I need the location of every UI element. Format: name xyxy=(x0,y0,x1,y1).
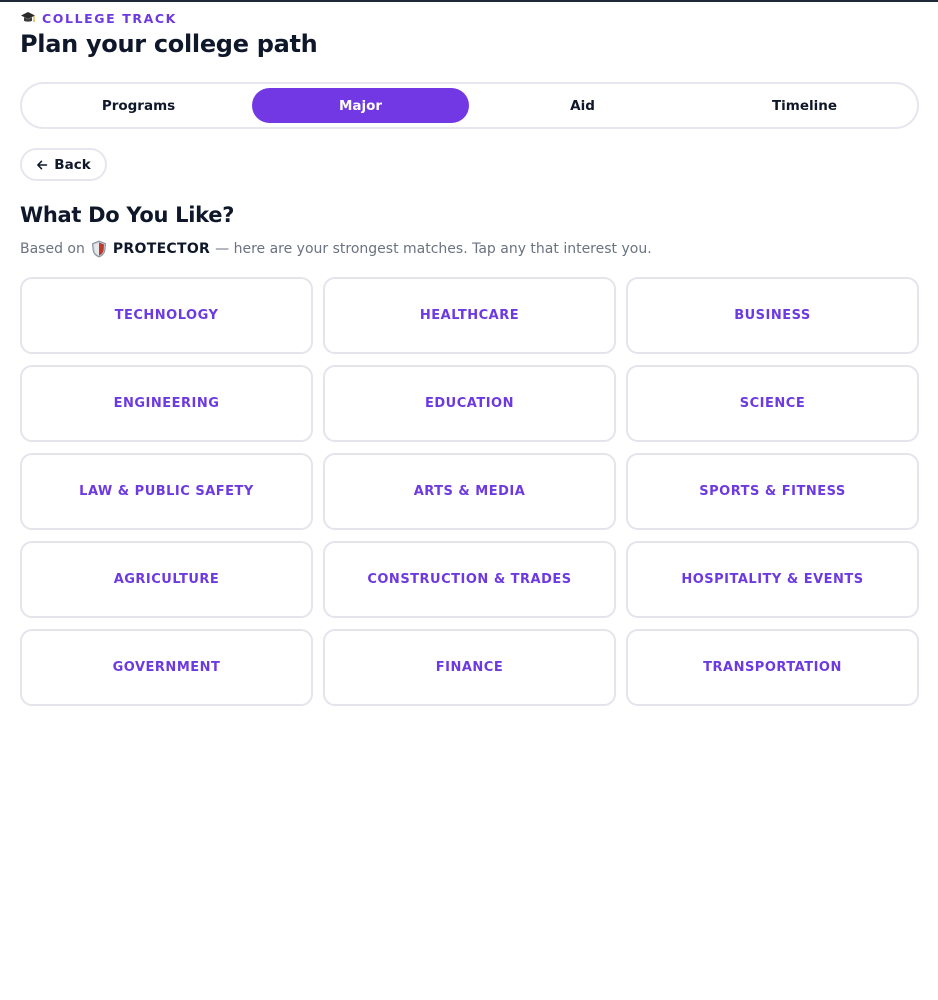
tab-programs[interactable]: Programs xyxy=(30,88,247,123)
top-border xyxy=(0,0,938,2)
interest-card-hospitality-events[interactable]: HOSPITALITY & EVENTS xyxy=(626,541,919,618)
interest-card-construction-trades[interactable]: CONSTRUCTION & TRADES xyxy=(323,541,616,618)
interest-card-government[interactable]: GOVERNMENT xyxy=(20,629,313,706)
section-subtitle: Based on PROTECTOR — here are your stron… xyxy=(20,239,652,259)
graduation-cap-icon xyxy=(20,10,36,26)
interest-grid: TECHNOLOGY HEALTHCARE BUSINESS ENGINEERI… xyxy=(20,277,919,706)
tab-bar: Programs Major Aid Timeline xyxy=(20,82,919,129)
interest-card-sports-fitness[interactable]: SPORTS & FITNESS xyxy=(626,453,919,530)
interest-card-transportation[interactable]: TRANSPORTATION xyxy=(626,629,919,706)
interest-card-agriculture[interactable]: AGRICULTURE xyxy=(20,541,313,618)
eyebrow: COLLEGE TRACK xyxy=(20,9,177,27)
back-button[interactable]: Back xyxy=(20,148,107,181)
subtitle-suffix: — here are your strongest matches. Tap a… xyxy=(215,241,652,257)
interest-card-law-public-safety[interactable]: LAW & PUBLIC SAFETY xyxy=(20,453,313,530)
interest-card-engineering[interactable]: ENGINEERING xyxy=(20,365,313,442)
page-title: Plan your college path xyxy=(20,30,318,58)
interest-card-technology[interactable]: TECHNOLOGY xyxy=(20,277,313,354)
interest-card-business[interactable]: BUSINESS xyxy=(626,277,919,354)
shield-icon xyxy=(91,240,106,258)
interest-card-science[interactable]: SCIENCE xyxy=(626,365,919,442)
interest-card-healthcare[interactable]: HEALTHCARE xyxy=(323,277,616,354)
tab-aid[interactable]: Aid xyxy=(474,88,691,123)
persona-name: PROTECTOR xyxy=(112,241,211,257)
section-title: What Do You Like? xyxy=(20,203,235,227)
subtitle-prefix: Based on xyxy=(20,241,85,257)
tab-timeline[interactable]: Timeline xyxy=(696,88,913,123)
interest-card-finance[interactable]: FINANCE xyxy=(323,629,616,706)
page: COLLEGE TRACK Plan your college path Pro… xyxy=(0,0,938,1000)
back-button-label: Back xyxy=(54,156,91,173)
interest-card-arts-media[interactable]: ARTS & MEDIA xyxy=(323,453,616,530)
tab-major[interactable]: Major xyxy=(252,88,469,123)
interest-card-education[interactable]: EDUCATION xyxy=(323,365,616,442)
eyebrow-label: COLLEGE TRACK xyxy=(42,10,177,26)
arrow-left-icon xyxy=(37,160,48,169)
